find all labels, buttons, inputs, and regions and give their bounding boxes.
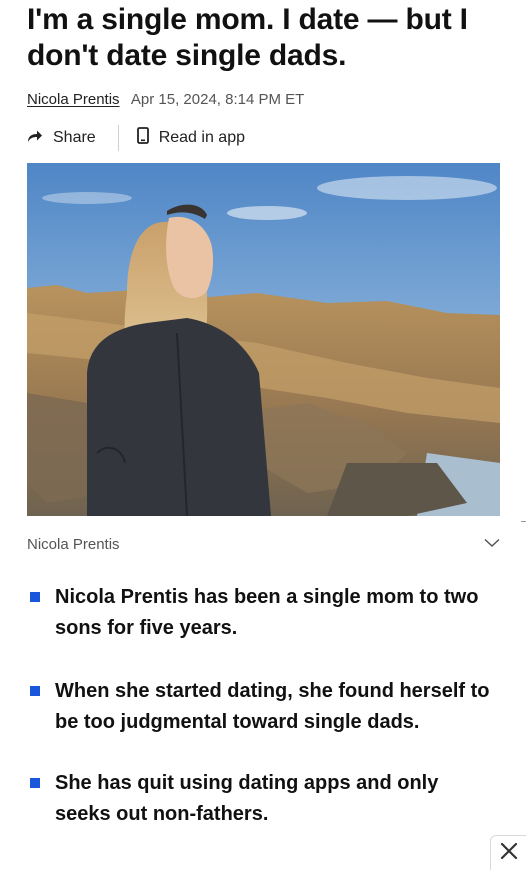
key-point: She has quit using dating apps and only … (27, 768, 497, 830)
bullet-marker (30, 686, 40, 696)
share-label: Share (53, 129, 96, 146)
photo-caption-row: Nicola Prentis (27, 532, 500, 556)
share-button[interactable]: Share (27, 129, 96, 148)
article-headline: I'm a single mom. I date — but I don't d… (27, 3, 468, 72)
bullet-marker (30, 592, 40, 602)
share-arrow-icon (27, 129, 43, 148)
article-actions: Share Read in app (27, 124, 245, 152)
photo-caption: Nicola Prentis (27, 535, 120, 553)
publish-timestamp: Apr 15, 2024, 8:14 PM ET (130, 91, 305, 108)
byline: Nicola Prentis Apr 15, 2024, 8:14 PM ET (27, 91, 304, 108)
key-point: When she started dating, she found herse… (27, 676, 497, 738)
key-point-text: She has quit using dating apps and only … (55, 772, 439, 825)
read-in-app-label: Read in app (158, 129, 245, 146)
scroll-edge-mark (521, 521, 526, 522)
key-points-list: Nicola Prentis has been a single mom to … (27, 582, 497, 862)
phone-icon (136, 127, 149, 149)
actions-divider (117, 125, 119, 151)
author-link[interactable]: Nicola Prentis (27, 91, 120, 108)
close-icon (500, 842, 518, 865)
read-in-app-button[interactable]: Read in app (136, 127, 245, 149)
key-point-text: When she started dating, she found herse… (55, 680, 490, 733)
close-button[interactable] (490, 835, 526, 870)
bullet-marker (30, 778, 40, 788)
key-point-text: Nicola Prentis has been a single mom to … (55, 586, 479, 639)
chevron-down-icon[interactable] (484, 535, 500, 553)
hero-photo (27, 163, 500, 516)
key-point: Nicola Prentis has been a single mom to … (27, 582, 497, 644)
